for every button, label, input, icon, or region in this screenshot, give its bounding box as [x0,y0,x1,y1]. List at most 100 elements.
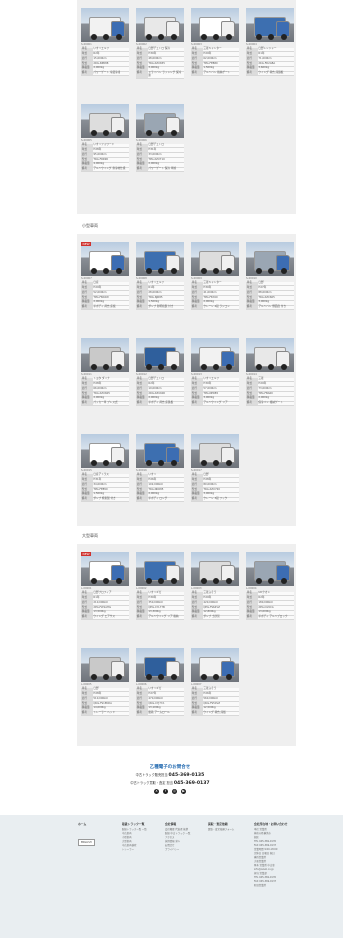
vehicle-card[interactable]: S-00013 車名 いすゞエルフ 年式 H30年 走行 57,000km 型式 TPG-NPR… [191,338,239,407]
english-button[interactable]: ENGLISH [78,839,95,846]
wheel [226,34,232,40]
vehicle-photo[interactable] [191,338,239,372]
vehicle-card[interactable]: L-00005 車名 日野 年式 H28年 走行 510,000km 型式 QKG-FS1EKD… [81,648,129,717]
spec-key: 備考 [81,497,93,503]
vehicle-card[interactable]: S-00001 車名 いすゞエルフ 年式 R2年 走行 15,000km 型式 2RG-NPR8… [81,8,129,77]
footer-trucks-heading[interactable]: 取扱トラック一覧 [122,822,147,826]
vehicle-photo[interactable] [246,338,294,372]
spec-row: 備考 ダンプ 極東製 付き [81,497,129,503]
vehicle-card[interactable]: S-00014 車名 三菱 年式 H29年 走行 73,000km 型式 TPG-FBA60 積載… [246,338,294,407]
spec-table: 車名 日野 年式 H27年 走行 88,000km 型式 TKG-XZC605 積載量 3,000… [246,281,294,311]
vehicle-card[interactable]: S-00017 車名 日野 年式 H28年 走行 80,000km 型式 TKG-XZU720 積… [191,434,239,503]
vehicle-photo[interactable] [81,8,129,42]
vehicle-card[interactable]: S-00006 車名 日野デュトロ 年式 H31年 走行 33,000km 型式 TPG-XZU… [136,104,184,173]
vehicle-card[interactable]: NEW L-00001 車名 日野プロフィア 年式 R1年 走行 210,000km 型式 2PG… [81,552,129,621]
vehicle-photo[interactable] [81,338,129,372]
vehicle-photo[interactable] [136,104,184,138]
spec-table: 車名 三菱 年式 H29年 走行 73,000km 型式 TPG-FBA60 積載量 2,000k… [246,377,294,407]
wheel [256,364,262,370]
vehicle-card[interactable]: S-00008 車名 いすゞエルフ 年式 R1年 走行 28,000km 型式 TRG-NJR8… [136,242,184,311]
x-icon[interactable]: X [154,789,159,794]
vehicle-photo[interactable] [191,434,239,468]
vehicle-card[interactable]: S-00003 車名 三菱キャンター 年式 H29年 走行 62,000km 型式 TPG-FE… [191,8,239,77]
vehicle-card[interactable]: S-00010 車名 日野 年式 H27年 走行 88,000km 型式 TKG-XZC605 積… [246,242,294,311]
wheel [91,34,97,40]
facebook-icon[interactable]: f [163,789,168,794]
vehicle-card[interactable]: S-00004 車名 日野レンジャー 年式 R1年 走行 71,000km 型式 2KG-FD2… [246,8,294,77]
vehicle-photo[interactable] [191,648,239,682]
vehicle-photo[interactable] [191,552,239,586]
youtube-icon[interactable]: ▶ [181,789,186,794]
vehicle-photo[interactable]: NEW [81,552,129,586]
spec-table: 車名 トヨタ ダイナ 年式 H28年 走行 66,000km 型式 TKG-XZU605 積載量… [81,377,129,407]
spec-row: 備考 保冷バン 格納ゲート [246,401,294,407]
contact-purchase-line: 中古トラック買取・査定 担当 045-369-0137 [110,780,230,786]
footer-assessment-heading[interactable]: 買取・査定依頼 [208,822,234,826]
vehicle-photo[interactable]: NEW [81,242,129,276]
vehicle-photo[interactable] [191,242,239,276]
vehicle-photo[interactable] [246,552,294,586]
wheel [103,130,109,136]
contact-purchase-tel[interactable]: 045-369-0137 [174,781,210,786]
vehicle-card[interactable]: S-00012 車名 日野デュトロ 年式 R2年 走行 19,000km 型式 2RG-XZU6… [136,338,184,407]
contact-title: 乙種電子のお問合せ [149,765,191,770]
vehicle-photo[interactable] [136,8,184,42]
wheel [171,268,177,274]
wheel [256,578,262,584]
vehicle-photo[interactable] [246,8,294,42]
wheel [91,460,97,466]
vehicle-card[interactable]: L-00002 車名 いすゞギガ 年式 H30年 走行 350,000km 型式 QPG-CYL… [136,552,184,621]
wheel [171,578,177,584]
wheel [201,460,207,466]
vehicle-photo[interactable] [81,434,129,468]
wheel [158,34,164,40]
vehicle-photo[interactable] [81,648,129,682]
wheel [213,578,219,584]
wheel [91,268,97,274]
spec-value: 保冷バン 格納ゲート [257,401,294,407]
spec-key: 備考 [246,401,258,407]
contact-block: 乙種電子のお問合せ 中古トラック販売担当 045-369-0135 中古トラック… [110,764,230,794]
footer-link[interactable]: トレーラー [122,848,147,852]
spec-row: 備考 平ボディ アルミブロック [246,615,294,621]
vehicle-card[interactable]: S-00011 車名 トヨタ ダイナ 年式 H28年 走行 66,000km 型式 TKG-XZ… [81,338,129,407]
vehicle-card[interactable]: L-00004 車名 UDクオン 年式 R2年 走行 180,000km 型式 2PG-CG5C… [246,552,294,621]
vehicle-card[interactable]: S-00016 車名 いすゞ 年式 H26年 走行 102,000km 型式 TKG-NKR85… [136,434,184,503]
footer-home-link[interactable]: ホーム [78,822,95,826]
footer-link[interactable]: 買取・査定依頼フォーム [208,828,234,832]
vehicle-card[interactable]: L-00003 車名 三菱ふそう 年式 H29年 走行 420,000km 型式 QPG-FS6… [191,552,239,621]
vehicle-card[interactable]: S-00002 車名 日野デュトロ 保冷 年式 H30年 走行 48,000km 型式 TKG-… [136,8,184,79]
spec-value: ウイング 荷台 床板 [202,711,239,717]
contact-sales-tel[interactable]: 045-369-0135 [169,773,205,778]
wheel [146,130,152,136]
footer-link[interactable]: プライバシー [165,848,190,852]
footer-company-heading[interactable]: 会社情報 [165,822,190,826]
vehicle-photo[interactable] [81,104,129,138]
wheel [146,578,152,584]
vehicle-photo[interactable] [136,648,184,682]
vehicle-card[interactable]: L-00006 車名 いすゞギガ 年式 H27年 走行 470,000km 型式 QKG-CYJ… [136,648,184,717]
wheel [158,578,164,584]
instagram-icon[interactable]: ◎ [172,789,177,794]
spec-table: 車名 いすゞギガ 年式 H27年 走行 470,000km 型式 QKG-CYJ77A 積載量 1… [136,687,184,717]
wheel [146,268,152,274]
spec-row: 備考 クレーン 3段 フック [191,497,239,503]
vehicle-photo[interactable] [136,338,184,372]
spec-value: 平ボディ アルミブロック [257,615,294,621]
wheel [146,364,152,370]
vehicle-photo[interactable] [191,8,239,42]
spec-value: アルミバン 側面扉 付き [257,305,294,311]
vehicle-photo[interactable] [136,434,184,468]
vehicle-card[interactable]: S-00005 車名 いすゞフォワード 年式 H28年 走行 95,000km 型式 TKG-F… [81,104,129,173]
spec-row: 備考 ウイング 荷台 床鉄板 [246,71,294,77]
vehicle-card[interactable]: S-00015 車名 日産アトラス 年式 H31年 走行 34,000km 型式 TPG-FEB… [81,434,129,503]
wheel [213,34,219,40]
vehicle-card[interactable]: L-00007 車名 三菱ふそう 年式 H26年 走行 560,000km 型式 QKG-FS5… [191,648,239,717]
vehicle-card[interactable]: S-00009 車名 三菱キャンター 年式 H30年 走行 41,000km 型式 TPG-FE… [191,242,239,311]
vehicle-photo[interactable] [136,552,184,586]
vehicle-card[interactable]: NEW S-00007 車名 日産 年式 H29年 走行 52,000km 型式 TPG-FBA5… [81,242,129,311]
spec-key: 備考 [191,305,203,311]
vehicle-panel-large: NEW L-00001 車名 日野プロフィア 年式 R1年 走行 210,000km 型式 2PG… [77,544,296,746]
vehicle-photo[interactable] [136,242,184,276]
vehicle-photo[interactable] [246,242,294,276]
